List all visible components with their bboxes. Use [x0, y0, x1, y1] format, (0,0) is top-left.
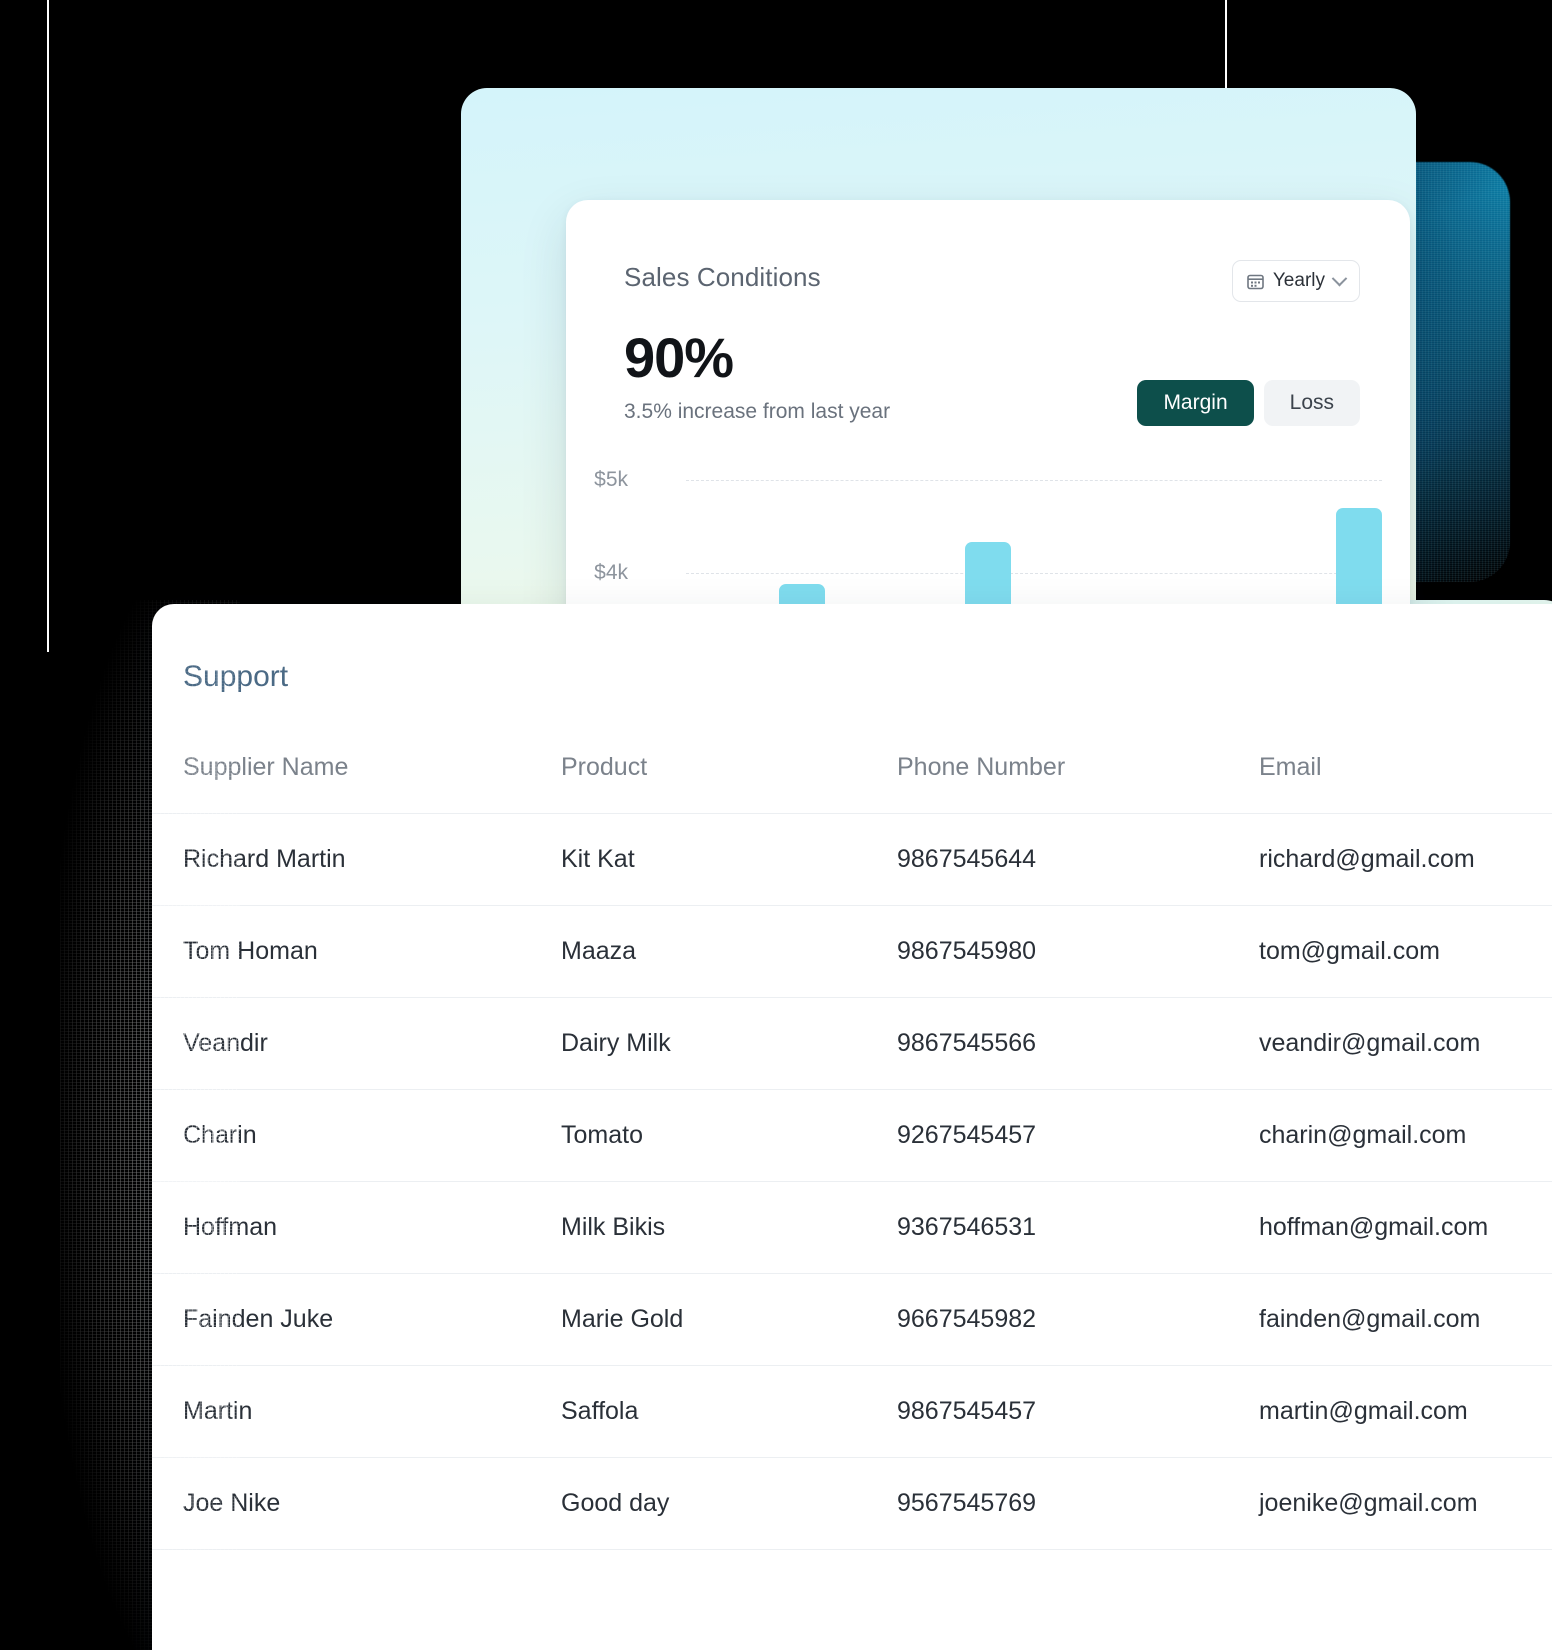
- table-header-row: Supplier Name Product Phone Number Email: [152, 722, 1552, 814]
- phone-number: 9867545644: [897, 845, 1037, 873]
- calendar-icon: [1247, 273, 1264, 290]
- chart-title: Sales Conditions: [624, 262, 821, 292]
- email-address: veandir@gmail.com: [1259, 1029, 1481, 1057]
- product-name: Maaza: [561, 937, 637, 965]
- period-value: Yearly: [1272, 270, 1325, 291]
- phone-number: 9267545457: [897, 1121, 1037, 1149]
- email-address: hoffman@gmail.com: [1259, 1213, 1489, 1241]
- margin-toggle-button[interactable]: Margin: [1137, 380, 1254, 426]
- y-axis-tick-label: $5k: [594, 468, 628, 491]
- y-axis-tick-label: $4k: [594, 560, 628, 584]
- phone-number: 9867545566: [897, 1029, 1037, 1057]
- column-header-name[interactable]: Supplier Name: [183, 753, 561, 782]
- product-name: Tomato: [561, 1121, 643, 1149]
- phone-number: 9867545457: [897, 1397, 1037, 1425]
- supplier-name: Fainden Juke: [183, 1305, 334, 1333]
- product-name: Good day: [561, 1489, 670, 1517]
- table-row[interactable]: Hoffman Milk Bikis 9367546531 hoffman@gmail…: [152, 1182, 1552, 1274]
- product-name: Dairy Milk: [561, 1029, 671, 1057]
- table-row[interactable]: Richard Martin Kit Kat 9867545644 richard@g…: [152, 814, 1552, 906]
- supplier-name: Martin: [183, 1397, 253, 1425]
- table-row[interactable]: Joe Nike Good day 9567545769 joenike@gmail.…: [152, 1458, 1552, 1550]
- email-address: joenike@gmail.com: [1259, 1489, 1478, 1517]
- email-address: charin@gmail.com: [1259, 1121, 1467, 1149]
- email-address: martin@gmail.com: [1259, 1397, 1468, 1425]
- product-name: Milk Bikis: [561, 1213, 666, 1241]
- decorative-hairline-left: [47, 0, 49, 652]
- period-dropdown[interactable]: Yearly: [1231, 260, 1360, 302]
- series-toggle-group: Margin Loss: [1137, 380, 1360, 426]
- phone-number: 9667545982: [897, 1305, 1037, 1333]
- chart-subtitle: 3.5% increase from last year: [624, 400, 891, 423]
- support-title: Support: [183, 660, 289, 693]
- supplier-name: Charin: [183, 1121, 257, 1149]
- chart-big-value: 90%: [624, 326, 734, 389]
- email-address: richard@gmail.com: [1259, 845, 1475, 873]
- table-row[interactable]: Fainden Juke Marie Gold 9667545982 fainden@…: [152, 1274, 1552, 1366]
- supplier-name: Tom Homan: [183, 937, 318, 965]
- column-header-mail[interactable]: Email: [1259, 753, 1541, 782]
- column-header-phone[interactable]: Phone Number: [897, 753, 1259, 782]
- supplier-name: Hoffman: [183, 1213, 278, 1241]
- table-row[interactable]: Tom Homan Maaza 9867545980 tom@gmail.com: [152, 906, 1552, 998]
- phone-number: 9367546531: [897, 1213, 1037, 1241]
- support-table-card: Support Supplier Name Product Phone Number…: [152, 604, 1552, 1650]
- phone-number: 9567545769: [897, 1489, 1037, 1517]
- loss-toggle-button[interactable]: Loss: [1263, 380, 1360, 426]
- email-address: fainden@gmail.com: [1259, 1305, 1481, 1333]
- chevron-down-icon: [1331, 270, 1348, 286]
- product-name: Marie Gold: [561, 1305, 684, 1333]
- phone-number: 9867545980: [897, 937, 1037, 965]
- table-row[interactable]: Martin Saffola 9867545457 martin@gmail.com: [152, 1366, 1552, 1458]
- supplier-name: Veandir: [183, 1029, 268, 1057]
- table-row[interactable]: Charin Tomato 9267545457 charin@gmail.com: [152, 1090, 1552, 1182]
- supplier-name: Richard Martin: [183, 845, 346, 873]
- supplier-name: Joe Nike: [183, 1489, 281, 1517]
- chart-header: Sales Conditions: [624, 262, 821, 293]
- product-name: Saffola: [561, 1397, 639, 1425]
- column-header-prod[interactable]: Product: [561, 753, 897, 782]
- screenshot-stage: Sales Conditions 90% 3.5% increase from …: [0, 0, 1552, 1650]
- table-row[interactable]: Veandir Dairy Milk 9867545566 veandir@gmail…: [152, 998, 1552, 1090]
- supplier-table: Supplier Name Product Phone Number Email Ric…: [152, 722, 1552, 1550]
- product-name: Kit Kat: [561, 845, 635, 873]
- email-address: tom@gmail.com: [1259, 937, 1440, 965]
